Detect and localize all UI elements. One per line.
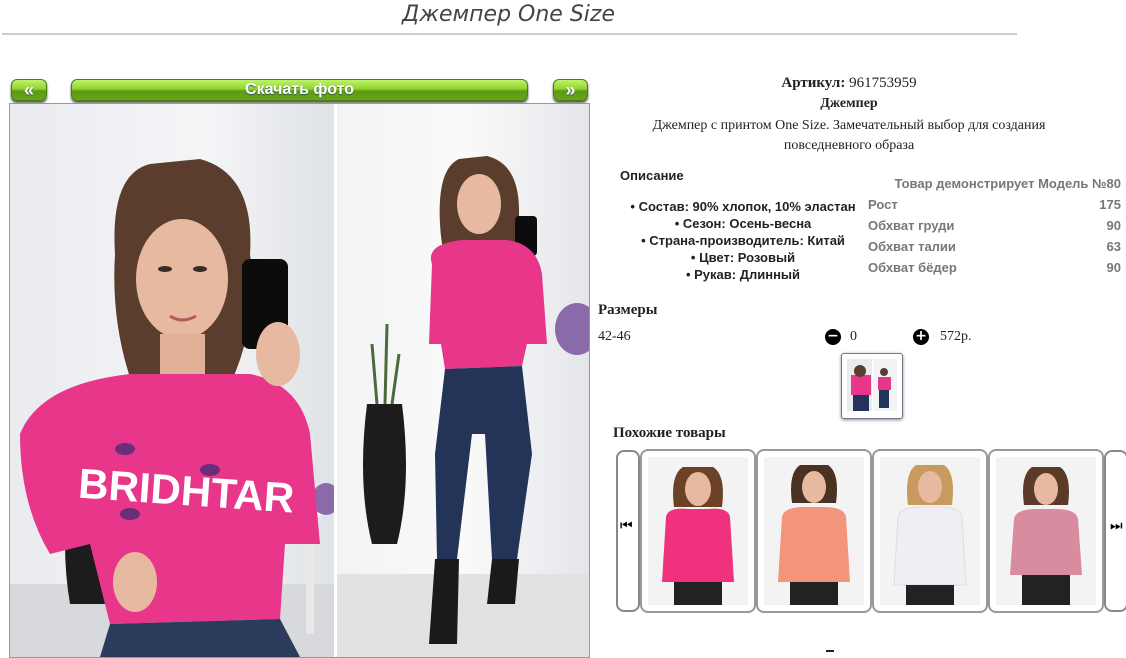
product-photo-closeup: BRIDHTAR <box>10 104 334 657</box>
product-name: Джемпер <box>820 96 878 111</box>
skip-back-icon: ⏮ <box>620 518 633 534</box>
measurement-value: 90 <box>1106 260 1121 275</box>
skip-forward-icon: ⏭ <box>1110 518 1123 534</box>
table-row: Обхват талии 63 <box>868 236 1121 257</box>
title-divider <box>2 33 1017 35</box>
price-value: 572р. <box>940 329 972 344</box>
product-description-line-2: повседневного образа <box>783 138 915 153</box>
measurement-label: Обхват талии <box>868 239 956 254</box>
similar-product-card[interactable] <box>756 449 872 613</box>
minus-circle-icon[interactable]: − <box>825 329 841 345</box>
similar-products-heading: Похожие товары <box>613 425 726 441</box>
measurement-label: Обхват груди <box>868 218 955 233</box>
table-row: Обхват груди 90 <box>868 215 1121 236</box>
model-heading: Товар демонстрирует Модель №80 <box>894 176 1121 191</box>
description-item: Сезон: Осень-весна <box>600 215 886 232</box>
product-description: Джемпер с принтом One Size. Замечательны… <box>600 116 1098 156</box>
product-photo-gallery[interactable]: BRIDHTAR <box>9 103 590 658</box>
similar-next-button[interactable]: ⏭ <box>1104 450 1126 612</box>
similar-product-card[interactable] <box>988 449 1104 613</box>
sku-line: Артикул: 961753959 <box>600 75 1098 92</box>
product-photo-fullbody <box>337 104 589 657</box>
prev-photo-button[interactable]: « <box>11 79 47 101</box>
description-item: Рукав: Длинный <box>600 266 886 283</box>
photo-thumbnail[interactable] <box>841 353 903 419</box>
similar-product-card[interactable] <box>640 449 756 613</box>
page-title: Джемпер One Size <box>402 2 615 27</box>
next-photo-button[interactable]: » <box>553 79 588 101</box>
description-item: Состав: 90% хлопок, 10% эластан <box>600 198 886 215</box>
model-measurements-table: Товар демонстрирует Модель №80 Рост 175 О… <box>868 173 1121 278</box>
measurement-label: Рост <box>868 197 898 212</box>
sku-value: 961753959 <box>849 75 917 91</box>
measurement-value: 90 <box>1106 218 1121 233</box>
description-heading: Описание <box>620 168 684 183</box>
sizes-heading: Размеры <box>598 302 658 318</box>
quantity-value: 0 <box>850 329 857 344</box>
similar-product-card[interactable] <box>872 449 988 613</box>
plus-circle-icon[interactable]: + <box>913 329 929 345</box>
description-item: Страна-производитель: Китай <box>600 232 886 249</box>
size-value: 42-46 <box>598 329 631 344</box>
bottom-divider <box>826 650 834 652</box>
similar-prev-button[interactable]: ⏮ <box>616 450 640 612</box>
sku-label: Артикул: <box>781 75 846 91</box>
measurement-value: 175 <box>1099 197 1121 212</box>
table-row: Обхват бёдер 90 <box>868 257 1121 278</box>
measurement-value: 63 <box>1106 239 1121 254</box>
product-description-line-1: Джемпер с принтом One Size. Замечательны… <box>652 118 1046 133</box>
description-item: Цвет: Розовый <box>600 249 886 266</box>
table-row: Рост 175 <box>868 194 1121 215</box>
description-list: Состав: 90% хлопок, 10% эластан Сезон: О… <box>600 198 886 283</box>
download-photo-button[interactable]: Скачать фото <box>71 79 528 101</box>
measurement-label: Обхват бёдер <box>868 260 957 275</box>
